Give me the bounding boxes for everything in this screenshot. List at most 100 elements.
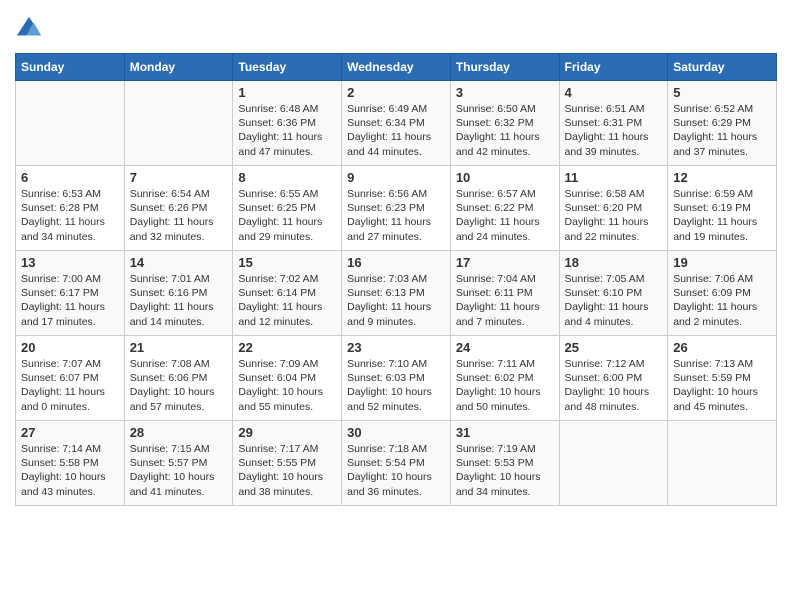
day-content: Sunrise: 7:01 AMSunset: 6:16 PMDaylight:… [130, 272, 228, 329]
logo-icon [15, 15, 43, 43]
day-content: Sunrise: 7:11 AMSunset: 6:02 PMDaylight:… [456, 357, 554, 414]
calendar-cell: 25 Sunrise: 7:12 AMSunset: 6:00 PMDayligh… [559, 336, 668, 421]
day-content: Sunrise: 7:08 AMSunset: 6:06 PMDaylight:… [130, 357, 228, 414]
day-content: Sunrise: 6:48 AMSunset: 6:36 PMDaylight:… [238, 102, 336, 159]
calendar-week-row: 27 Sunrise: 7:14 AMSunset: 5:58 PMDayligh… [16, 421, 777, 506]
logo [15, 15, 47, 43]
day-content: Sunrise: 7:17 AMSunset: 5:55 PMDaylight:… [238, 442, 336, 499]
day-number: 6 [21, 170, 119, 185]
calendar-cell: 24 Sunrise: 7:11 AMSunset: 6:02 PMDayligh… [450, 336, 559, 421]
day-number: 18 [565, 255, 663, 270]
calendar-cell [124, 81, 233, 166]
day-content: Sunrise: 6:55 AMSunset: 6:25 PMDaylight:… [238, 187, 336, 244]
day-content: Sunrise: 6:54 AMSunset: 6:26 PMDaylight:… [130, 187, 228, 244]
day-content: Sunrise: 7:14 AMSunset: 5:58 PMDaylight:… [21, 442, 119, 499]
day-content: Sunrise: 7:05 AMSunset: 6:10 PMDaylight:… [565, 272, 663, 329]
calendar-cell: 26Sunrise: 7:13 AMSunset: 5:59 PMDayligh… [668, 336, 777, 421]
calendar-cell: 31 Sunrise: 7:19 AMSunset: 5:53 PMDayligh… [450, 421, 559, 506]
weekday-header-wednesday: Wednesday [342, 54, 451, 81]
calendar-week-row: 1 Sunrise: 6:48 AMSunset: 6:36 PMDaylight… [16, 81, 777, 166]
calendar-cell: 8 Sunrise: 6:55 AMSunset: 6:25 PMDaylight… [233, 166, 342, 251]
day-content: Sunrise: 7:15 AMSunset: 5:57 PMDaylight:… [130, 442, 228, 499]
day-content: Sunrise: 7:04 AMSunset: 6:11 PMDaylight:… [456, 272, 554, 329]
day-number: 20 [21, 340, 119, 355]
day-number: 27 [21, 425, 119, 440]
day-number: 14 [130, 255, 228, 270]
calendar-cell: 6 Sunrise: 6:53 AMSunset: 6:28 PMDaylight… [16, 166, 125, 251]
calendar-cell: 7 Sunrise: 6:54 AMSunset: 6:26 PMDaylight… [124, 166, 233, 251]
calendar-cell: 23Sunrise: 7:10 AMSunset: 6:03 PMDayligh… [342, 336, 451, 421]
calendar-cell [559, 421, 668, 506]
day-number: 2 [347, 85, 445, 100]
day-number: 15 [238, 255, 336, 270]
day-content: Sunrise: 6:52 AMSunset: 6:29 PMDaylight:… [673, 102, 771, 159]
day-number: 25 [565, 340, 663, 355]
day-number: 23 [347, 340, 445, 355]
day-number: 4 [565, 85, 663, 100]
day-number: 16 [347, 255, 445, 270]
calendar-cell: 2 Sunrise: 6:49 AMSunset: 6:34 PMDaylight… [342, 81, 451, 166]
calendar-cell: 12 Sunrise: 6:59 AMSunset: 6:19 PMDayligh… [668, 166, 777, 251]
weekday-header-sunday: Sunday [16, 54, 125, 81]
weekday-header-monday: Monday [124, 54, 233, 81]
calendar-cell: 14 Sunrise: 7:01 AMSunset: 6:16 PMDayligh… [124, 251, 233, 336]
weekday-header-thursday: Thursday [450, 54, 559, 81]
day-content: Sunrise: 6:53 AMSunset: 6:28 PMDaylight:… [21, 187, 119, 244]
calendar-week-row: 20 Sunrise: 7:07 AMSunset: 6:07 PMDayligh… [16, 336, 777, 421]
calendar-cell [16, 81, 125, 166]
day-content: Sunrise: 7:03 AMSunset: 6:13 PMDaylight:… [347, 272, 445, 329]
calendar-week-row: 6 Sunrise: 6:53 AMSunset: 6:28 PMDaylight… [16, 166, 777, 251]
calendar-cell: 18 Sunrise: 7:05 AMSunset: 6:10 PMDayligh… [559, 251, 668, 336]
calendar-week-row: 13 Sunrise: 7:00 AMSunset: 6:17 PMDayligh… [16, 251, 777, 336]
day-number: 11 [565, 170, 663, 185]
calendar-cell: 4Sunrise: 6:51 AMSunset: 6:31 PMDaylight… [559, 81, 668, 166]
weekday-header-saturday: Saturday [668, 54, 777, 81]
day-number: 22 [238, 340, 336, 355]
calendar-cell: 16 Sunrise: 7:03 AMSunset: 6:13 PMDayligh… [342, 251, 451, 336]
calendar-cell: 30 Sunrise: 7:18 AMSunset: 5:54 PMDayligh… [342, 421, 451, 506]
calendar-cell: 15 Sunrise: 7:02 AMSunset: 6:14 PMDayligh… [233, 251, 342, 336]
day-number: 21 [130, 340, 228, 355]
calendar-cell: 19 Sunrise: 7:06 AMSunset: 6:09 PMDayligh… [668, 251, 777, 336]
day-content: Sunrise: 7:18 AMSunset: 5:54 PMDaylight:… [347, 442, 445, 499]
day-content: Sunrise: 6:50 AMSunset: 6:32 PMDaylight:… [456, 102, 554, 159]
day-number: 10 [456, 170, 554, 185]
day-number: 30 [347, 425, 445, 440]
day-content: Sunrise: 7:19 AMSunset: 5:53 PMDaylight:… [456, 442, 554, 499]
day-content: Sunrise: 7:07 AMSunset: 6:07 PMDaylight:… [21, 357, 119, 414]
day-number: 8 [238, 170, 336, 185]
day-number: 19 [673, 255, 771, 270]
day-content: Sunrise: 7:02 AMSunset: 6:14 PMDaylight:… [238, 272, 336, 329]
day-number: 12 [673, 170, 771, 185]
calendar-cell: 28 Sunrise: 7:15 AMSunset: 5:57 PMDayligh… [124, 421, 233, 506]
day-number: 31 [456, 425, 554, 440]
day-number: 7 [130, 170, 228, 185]
calendar-cell: 5 Sunrise: 6:52 AMSunset: 6:29 PMDaylight… [668, 81, 777, 166]
day-content: Sunrise: 7:06 AMSunset: 6:09 PMDaylight:… [673, 272, 771, 329]
day-number: 13 [21, 255, 119, 270]
calendar-table: SundayMondayTuesdayWednesdayThursdayFrid… [15, 53, 777, 506]
day-content: Sunrise: 6:59 AMSunset: 6:19 PMDaylight:… [673, 187, 771, 244]
day-number: 1 [238, 85, 336, 100]
day-number: 9 [347, 170, 445, 185]
day-number: 5 [673, 85, 771, 100]
day-content: Sunrise: 7:12 AMSunset: 6:00 PMDaylight:… [565, 357, 663, 414]
day-number: 24 [456, 340, 554, 355]
day-content: Sunrise: 6:49 AMSunset: 6:34 PMDaylight:… [347, 102, 445, 159]
calendar-cell [668, 421, 777, 506]
calendar-cell: 29Sunrise: 7:17 AMSunset: 5:55 PMDayligh… [233, 421, 342, 506]
calendar-cell: 21 Sunrise: 7:08 AMSunset: 6:06 PMDayligh… [124, 336, 233, 421]
weekday-header-tuesday: Tuesday [233, 54, 342, 81]
day-number: 28 [130, 425, 228, 440]
day-content: Sunrise: 6:56 AMSunset: 6:23 PMDaylight:… [347, 187, 445, 244]
calendar-cell: 9 Sunrise: 6:56 AMSunset: 6:23 PMDaylight… [342, 166, 451, 251]
calendar-cell: 10Sunrise: 6:57 AMSunset: 6:22 PMDayligh… [450, 166, 559, 251]
day-content: Sunrise: 7:00 AMSunset: 6:17 PMDaylight:… [21, 272, 119, 329]
calendar-cell: 11 Sunrise: 6:58 AMSunset: 6:20 PMDayligh… [559, 166, 668, 251]
calendar-cell: 27 Sunrise: 7:14 AMSunset: 5:58 PMDayligh… [16, 421, 125, 506]
day-number: 26 [673, 340, 771, 355]
day-content: Sunrise: 7:09 AMSunset: 6:04 PMDaylight:… [238, 357, 336, 414]
day-content: Sunrise: 6:58 AMSunset: 6:20 PMDaylight:… [565, 187, 663, 244]
day-number: 3 [456, 85, 554, 100]
calendar-cell: 3 Sunrise: 6:50 AMSunset: 6:32 PMDaylight… [450, 81, 559, 166]
